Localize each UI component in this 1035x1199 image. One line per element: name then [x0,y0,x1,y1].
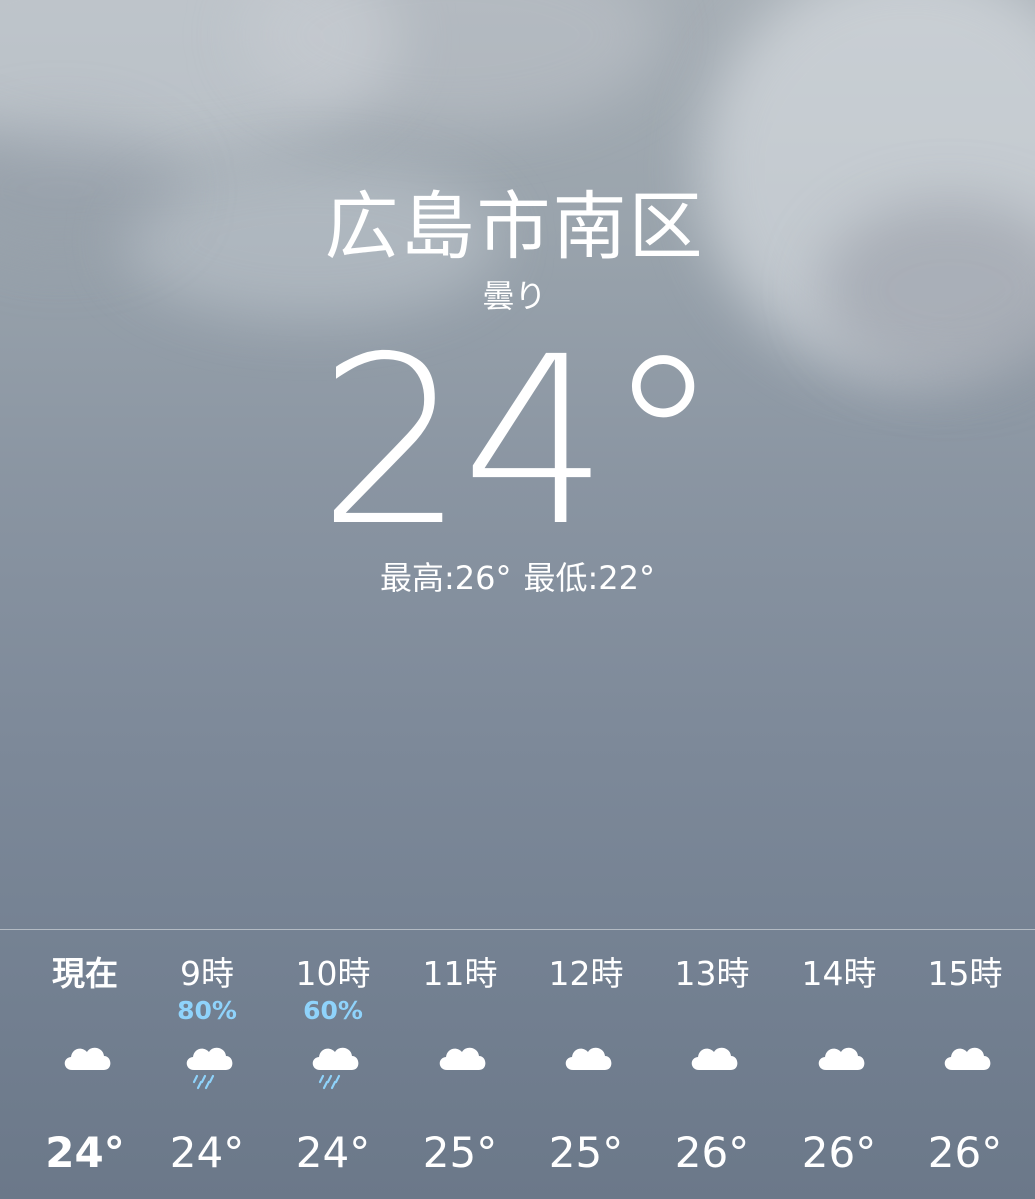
hour-label: 現在 [52,954,118,993]
hourly-item: 現在 24° [22,930,148,1199]
precip-chance: 60% [303,996,363,1025]
cloud-icon [60,1036,112,1096]
hour-temperature: 26° [927,1128,1003,1177]
hourly-item: 11時 25° [397,930,523,1199]
high-low-temperature: 最高:26° 最低:22° [0,558,1035,598]
cloud-rain-icon [308,1036,360,1096]
hour-label: 9時 [180,954,234,993]
hour-label: 13時 [674,954,750,993]
hourly-item: 14時 26° [776,930,902,1199]
city-name: 広島市南区 [324,184,705,270]
low-temperature: 最低:22° [523,559,656,597]
hour-temperature: 25° [422,1128,498,1177]
high-temperature: 最高:26° [379,559,512,597]
hour-temperature: 24° [45,1128,125,1177]
hour-label: 14時 [801,954,877,993]
hourly-item: 9時 80% 24° [144,930,270,1199]
hour-label: 11時 [422,954,498,993]
hour-temperature: 24° [169,1128,245,1177]
cloud-icon [814,1036,866,1096]
hourly-item: 12時 25° [523,930,649,1199]
hour-label: 10時 [295,954,371,993]
hour-label: 15時 [927,954,1003,993]
cloud-rain-icon [182,1036,234,1096]
hourly-forecast[interactable]: 現在 24° 9時 80% 24° 10時 60% 24° 11時 25° 12… [0,930,1035,1199]
hour-label: 12時 [548,954,624,993]
hour-temperature: 26° [674,1128,750,1177]
hour-temperature: 25° [548,1128,624,1177]
precip-chance: 80% [177,996,237,1025]
current-temperature: 24° [317,307,721,577]
cloud-icon [940,1036,992,1096]
cloud-icon [687,1036,739,1096]
hourly-item: 13時 26° [649,930,775,1199]
cloud-icon [561,1036,613,1096]
hour-temperature: 26° [801,1128,877,1177]
cloud-icon [435,1036,487,1096]
hourly-item: 10時 60% 24° [270,930,396,1199]
hour-temperature: 24° [295,1128,371,1177]
hourly-item: 15時 26° [902,930,1028,1199]
